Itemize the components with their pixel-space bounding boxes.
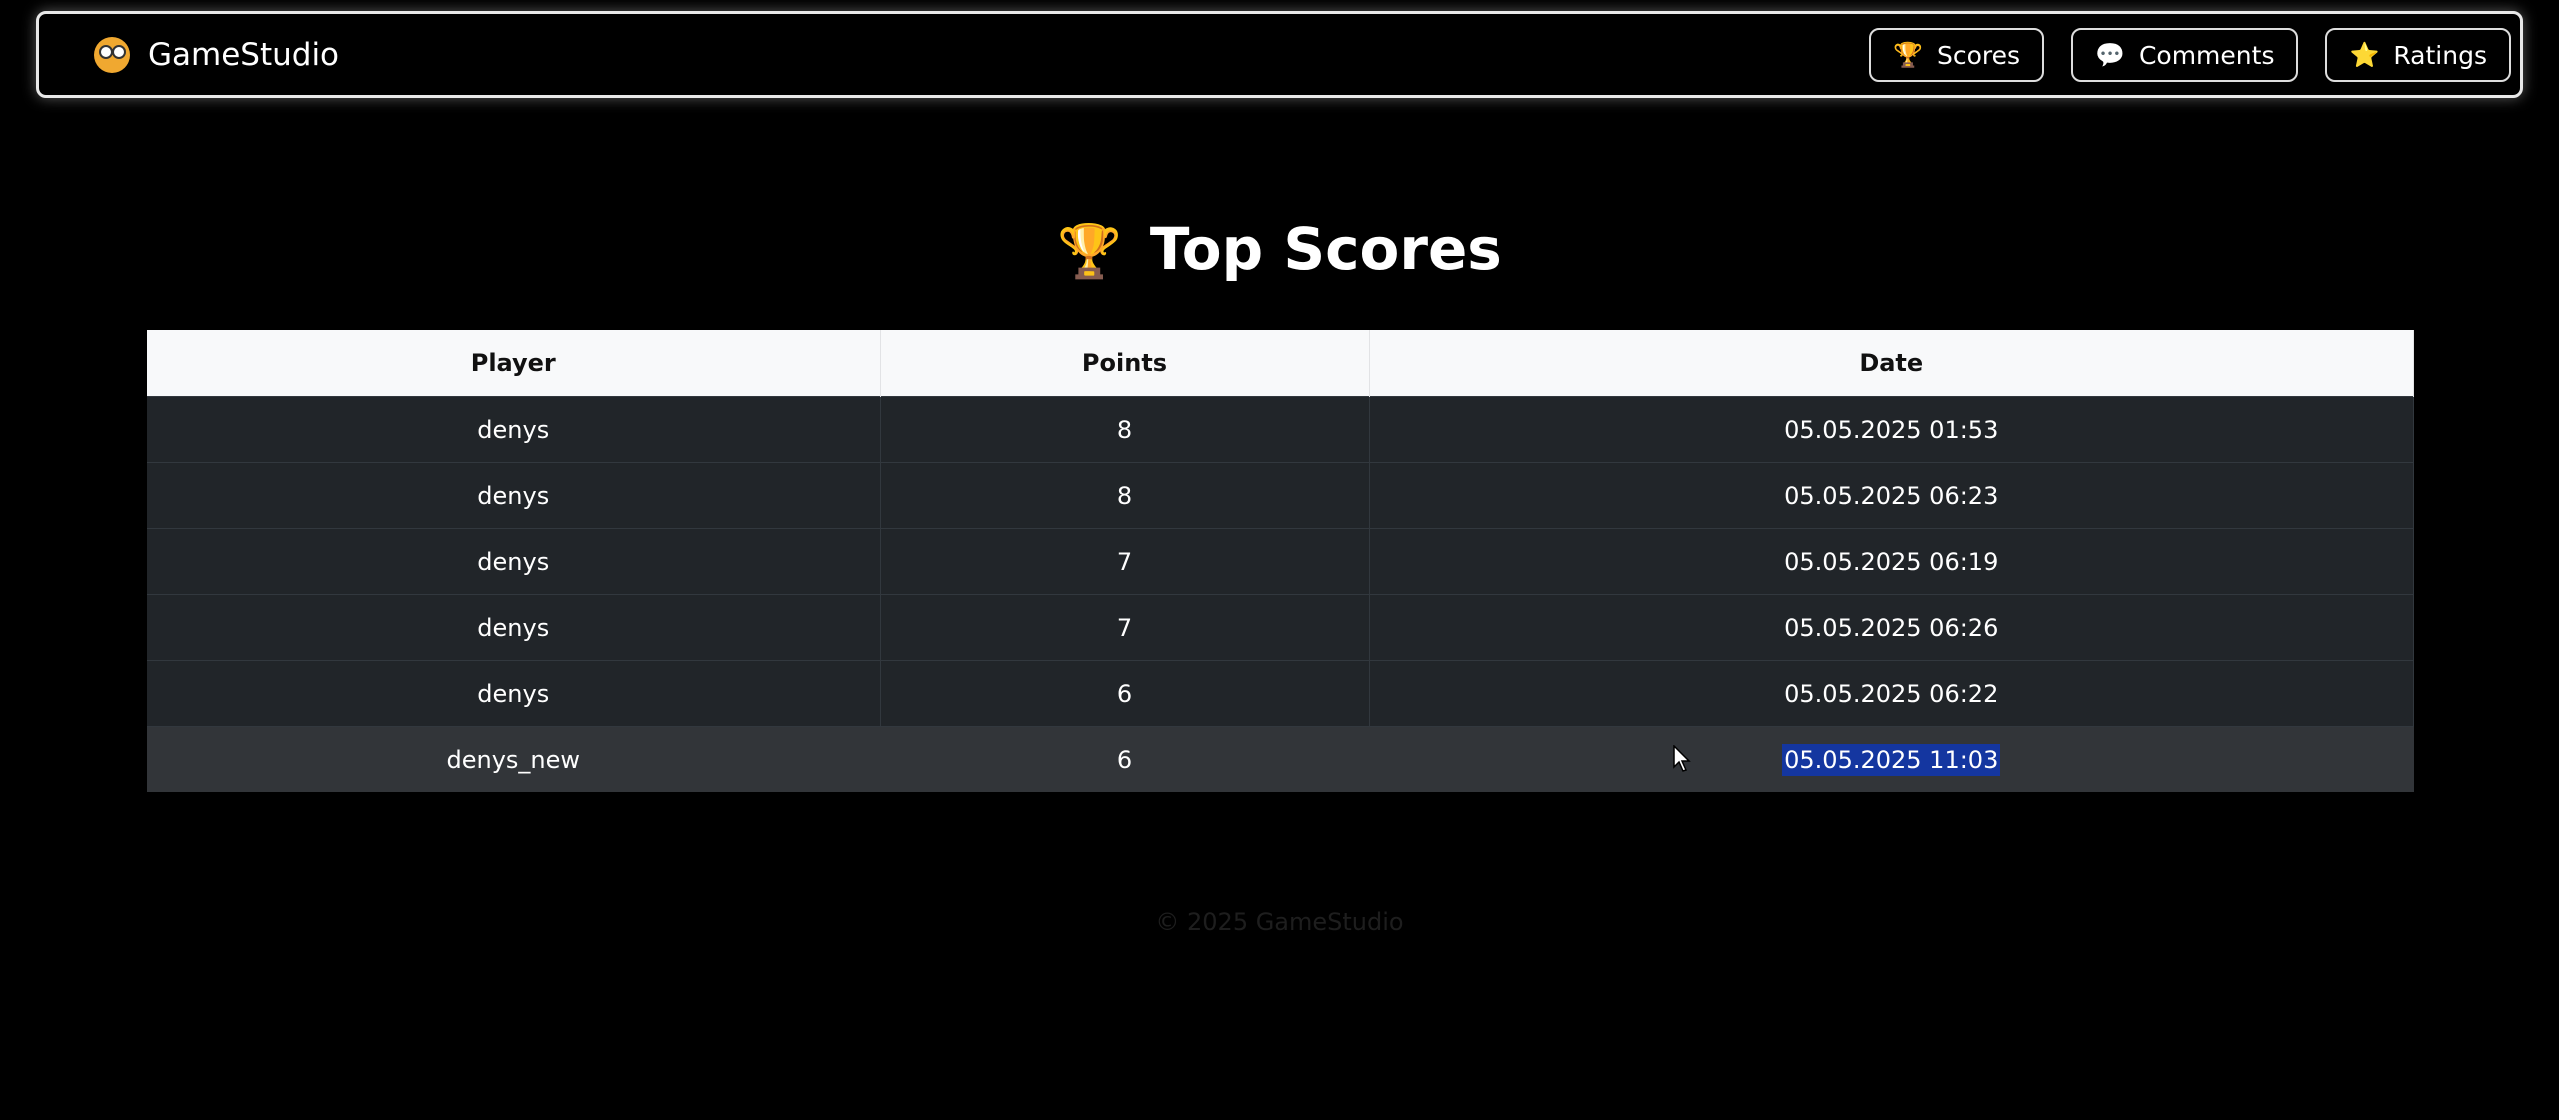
points-cell: 7 bbox=[880, 594, 1370, 661]
navbar: GameStudio 🏆 Scores 💬 Comments ⭐ Ratings bbox=[36, 11, 2523, 98]
date-cell: 05.05.2025 11:03 bbox=[1369, 726, 2414, 792]
date-cell: 05.05.2025 06:26 bbox=[1369, 594, 2414, 661]
player-cell: denys bbox=[147, 462, 881, 529]
points-cell: 8 bbox=[880, 462, 1370, 529]
scores-label: Scores bbox=[1937, 40, 2021, 70]
points-cell: 6 bbox=[880, 660, 1370, 727]
player-cell: denys bbox=[147, 660, 881, 727]
star-icon: ⭐ bbox=[2349, 41, 2380, 69]
player-cell: denys_new bbox=[147, 726, 881, 792]
header-player: Player bbox=[147, 330, 881, 397]
table-header: Player Points Date bbox=[147, 330, 2414, 397]
ratings-label: Ratings bbox=[2393, 40, 2487, 70]
table-row: denys 8 05.05.2025 01:53 bbox=[147, 396, 2414, 463]
date-cell: 05.05.2025 06:23 bbox=[1369, 462, 2414, 529]
brand-name: GameStudio bbox=[148, 36, 340, 73]
date-cell: 05.05.2025 06:22 bbox=[1369, 660, 2414, 727]
date-cell: 05.05.2025 06:19 bbox=[1369, 528, 2414, 595]
table-row: denys 7 05.05.2025 06:19 bbox=[147, 528, 2414, 595]
header-points: Points bbox=[880, 330, 1370, 397]
selected-text: 05.05.2025 11:03 bbox=[1782, 743, 2001, 776]
comments-label: Comments bbox=[2138, 40, 2275, 70]
speech-bubble-icon: 💬 bbox=[2095, 41, 2125, 69]
date-cell: 05.05.2025 01:53 bbox=[1369, 396, 2414, 463]
table-row: denys 6 05.05.2025 06:22 bbox=[147, 660, 2414, 727]
footer-copyright: © 2025 GameStudio bbox=[1155, 908, 1404, 936]
scores-button[interactable]: 🏆 Scores bbox=[1869, 28, 2045, 82]
page-title-text: Top Scores bbox=[1149, 215, 1502, 283]
table-row: denys_new 6 05.05.2025 11:03 bbox=[147, 726, 2414, 792]
player-cell: denys bbox=[147, 396, 881, 463]
header-date: Date bbox=[1369, 330, 2414, 397]
table-row: denys 7 05.05.2025 06:26 bbox=[147, 594, 2414, 661]
points-cell: 8 bbox=[880, 396, 1370, 463]
comments-button[interactable]: 💬 Comments bbox=[2071, 28, 2299, 82]
player-cell: denys bbox=[147, 594, 881, 661]
points-cell: 7 bbox=[880, 528, 1370, 595]
brand-emoji-icon bbox=[94, 36, 130, 73]
brand-link[interactable]: GameStudio bbox=[94, 14, 339, 95]
points-cell: 6 bbox=[880, 726, 1370, 792]
ratings-button[interactable]: ⭐ Ratings bbox=[2325, 28, 2511, 82]
scores-table: Player Points Date denys 8 05.05.2025 01:5… bbox=[147, 330, 2414, 792]
player-cell: denys bbox=[147, 528, 881, 595]
trophy-icon: 🏆 bbox=[1893, 41, 1924, 69]
trophy-icon: 🏆 bbox=[1057, 222, 1122, 282]
table-row: denys 8 05.05.2025 06:23 bbox=[147, 462, 2414, 529]
page-title: 🏆 Top Scores bbox=[0, 215, 2559, 283]
